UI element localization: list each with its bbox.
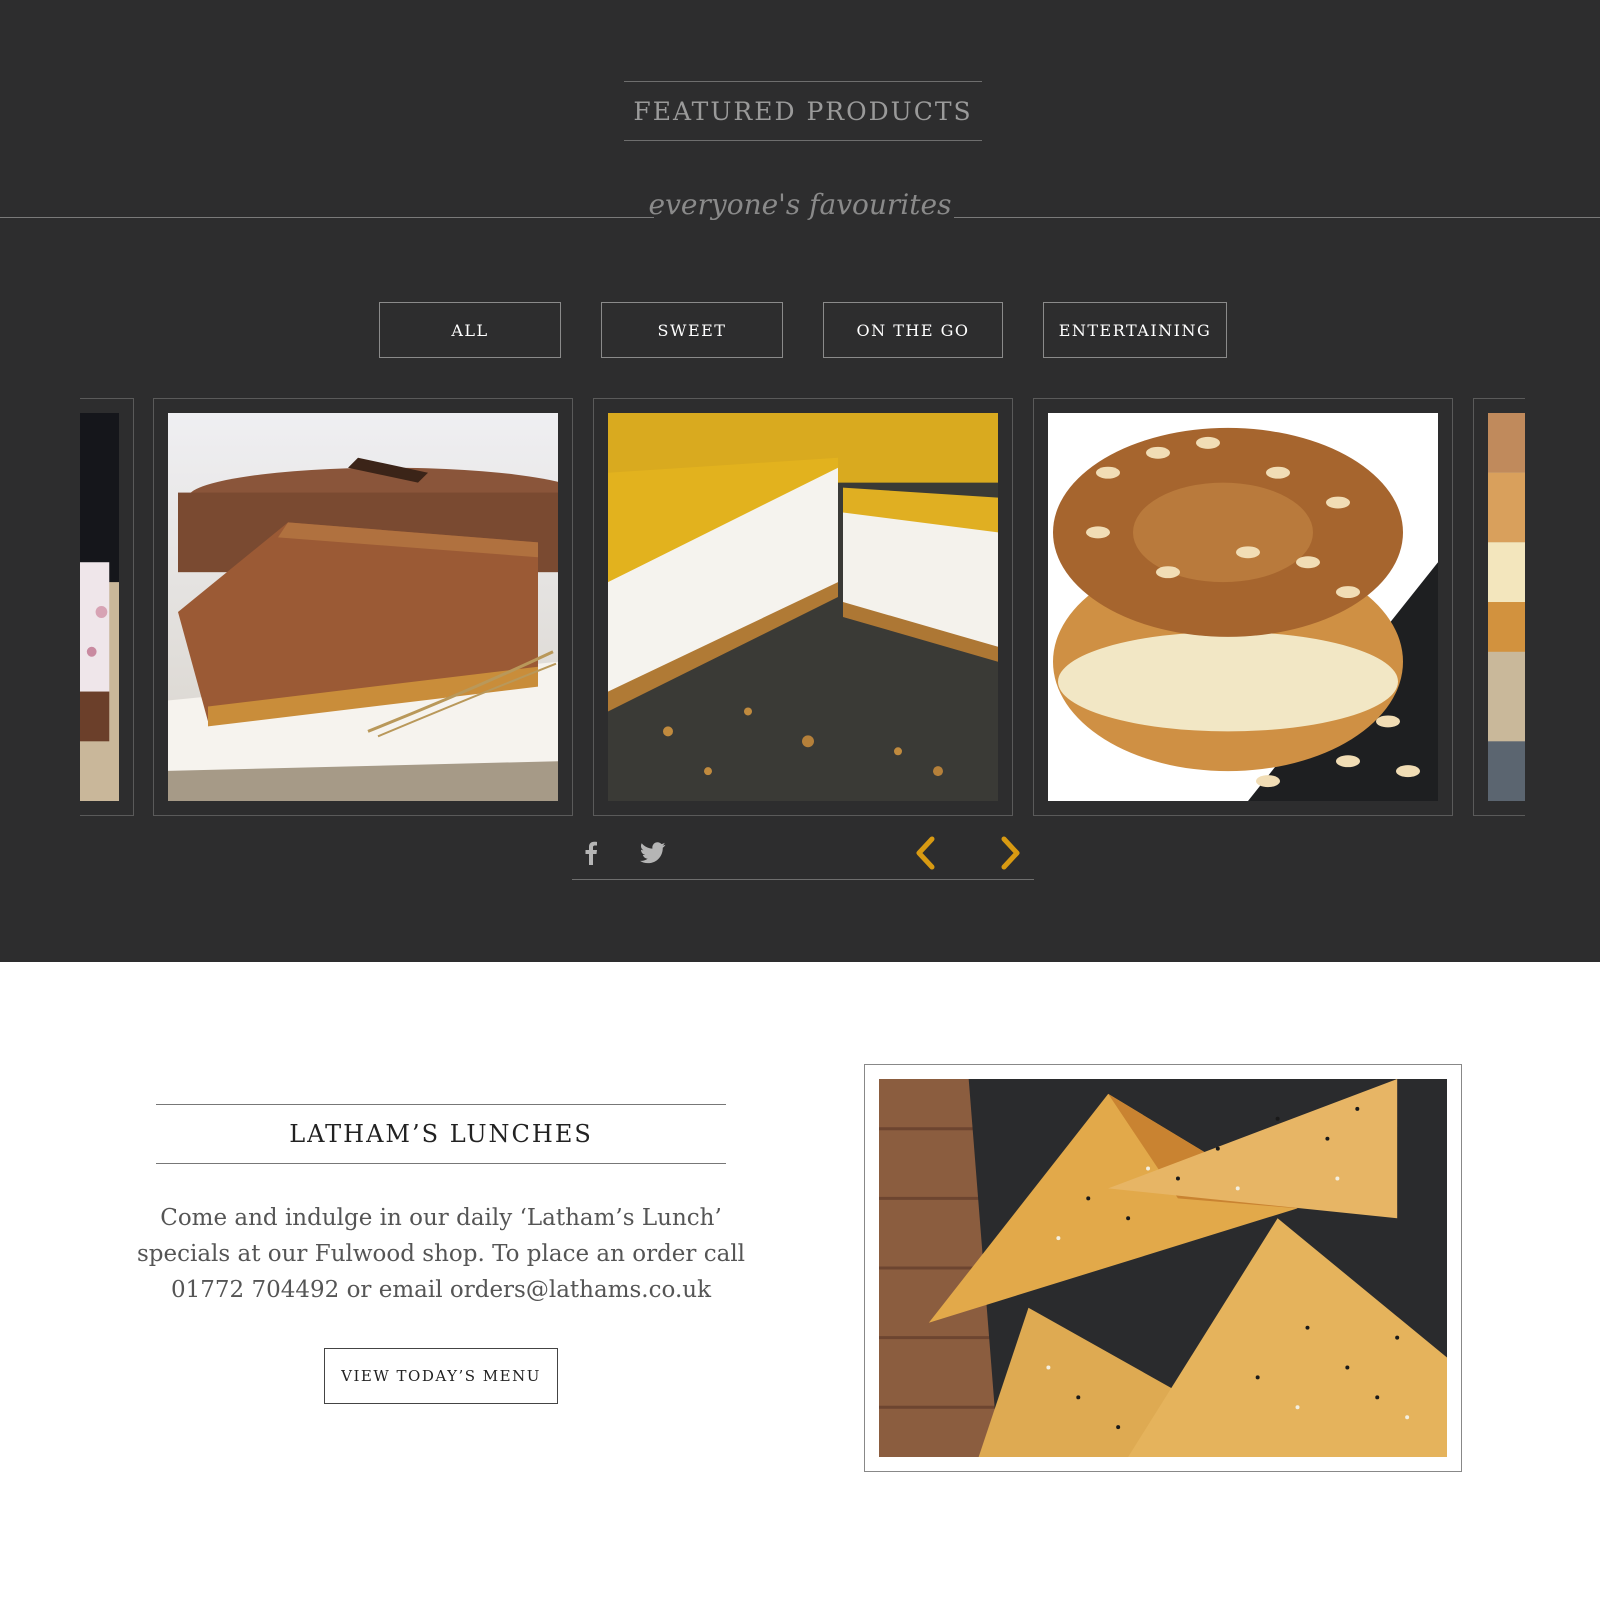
product-card-partial-left[interactable] — [80, 398, 134, 816]
product-image — [1048, 413, 1438, 801]
tagline-rule-right — [954, 217, 1600, 218]
carousel-next-arrow[interactable] — [996, 834, 1026, 872]
featured-title: FEATURED PRODUCTS — [624, 81, 982, 141]
carousel-prev-arrow[interactable] — [910, 834, 940, 872]
lunches-image-frame — [864, 1064, 1462, 1472]
view-menu-button[interactable]: VIEW TODAY’S MENU — [324, 1348, 558, 1404]
product-image — [168, 413, 558, 801]
product-image — [80, 413, 119, 801]
product-image — [1488, 413, 1525, 801]
lunches-title: LATHAM’S LUNCHES — [156, 1104, 726, 1164]
lunches-image — [879, 1079, 1447, 1457]
lunches-description: Come and indulge in our daily ‘Latham’s … — [136, 1205, 746, 1303]
featured-products-section: FEATURED PRODUCTS everyone's favourites … — [0, 0, 1600, 962]
filter-sweet-button[interactable]: SWEET — [601, 302, 783, 358]
featured-tagline: everyone's favourites — [648, 188, 952, 221]
twitter-icon[interactable] — [638, 838, 668, 868]
product-card-partial-right[interactable] — [1473, 398, 1525, 816]
carousel-nav-rule — [572, 879, 1034, 880]
filter-entertaining-button[interactable]: ENTERTAINING — [1043, 302, 1227, 358]
facebook-icon[interactable] — [578, 838, 604, 868]
product-card-cheesecake[interactable] — [593, 398, 1013, 816]
product-card-almond-pastry[interactable] — [1033, 398, 1453, 816]
tagline-rule-left — [0, 217, 654, 218]
filter-on-the-go-button[interactable]: ON THE GO — [823, 302, 1003, 358]
product-image — [608, 413, 998, 801]
filter-all-button[interactable]: ALL — [379, 302, 561, 358]
product-card-chocolate-cake[interactable] — [153, 398, 573, 816]
